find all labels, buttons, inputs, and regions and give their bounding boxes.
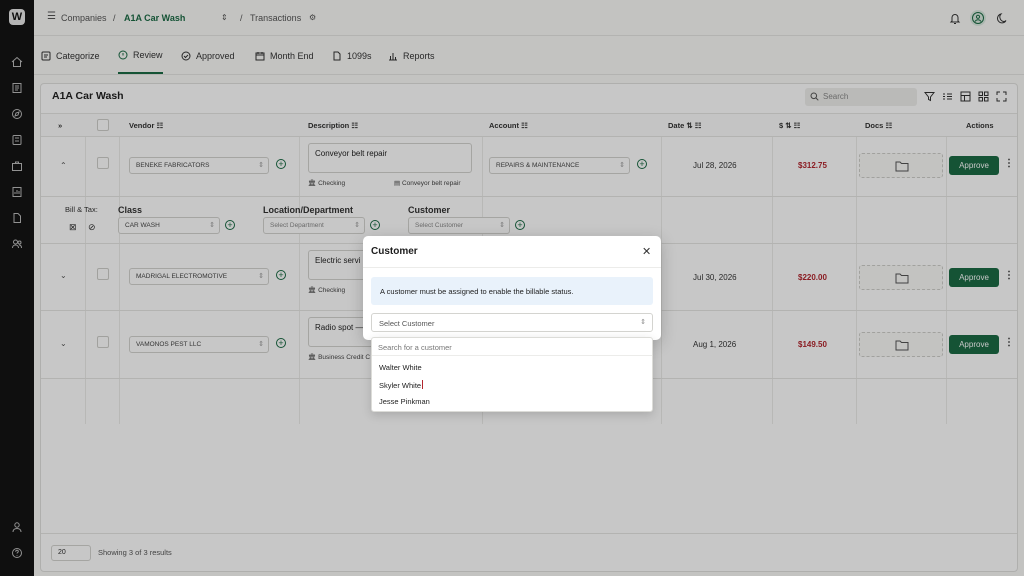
info-message: A customer must be assigned to enable th… xyxy=(371,277,653,305)
customer-select[interactable]: Select Customer ⇕ xyxy=(371,313,653,332)
chevron-updown-icon: ⇕ xyxy=(640,319,646,326)
customer-search-input[interactable]: Search for a customer xyxy=(372,338,652,356)
customer-modal: Customer ✕ A customer must be assigned t… xyxy=(363,236,661,340)
customer-search-placeholder: Search for a customer xyxy=(378,343,452,352)
mouse-cursor xyxy=(422,380,424,389)
customer-dropdown: Search for a customer Walter White Skyle… xyxy=(371,337,653,412)
modal-title: Customer xyxy=(371,246,418,257)
customer-select-placeholder: Select Customer xyxy=(379,319,435,328)
customer-option[interactable]: Walter White xyxy=(379,363,422,372)
customer-option[interactable]: Skyler White xyxy=(379,380,424,390)
modal-divider xyxy=(363,267,661,268)
info-text: A customer must be assigned to enable th… xyxy=(380,287,574,296)
close-icon[interactable]: ✕ xyxy=(642,245,651,258)
customer-option-label: Skyler White xyxy=(379,381,422,390)
customer-option[interactable]: Jesse Pinkman xyxy=(379,397,430,406)
